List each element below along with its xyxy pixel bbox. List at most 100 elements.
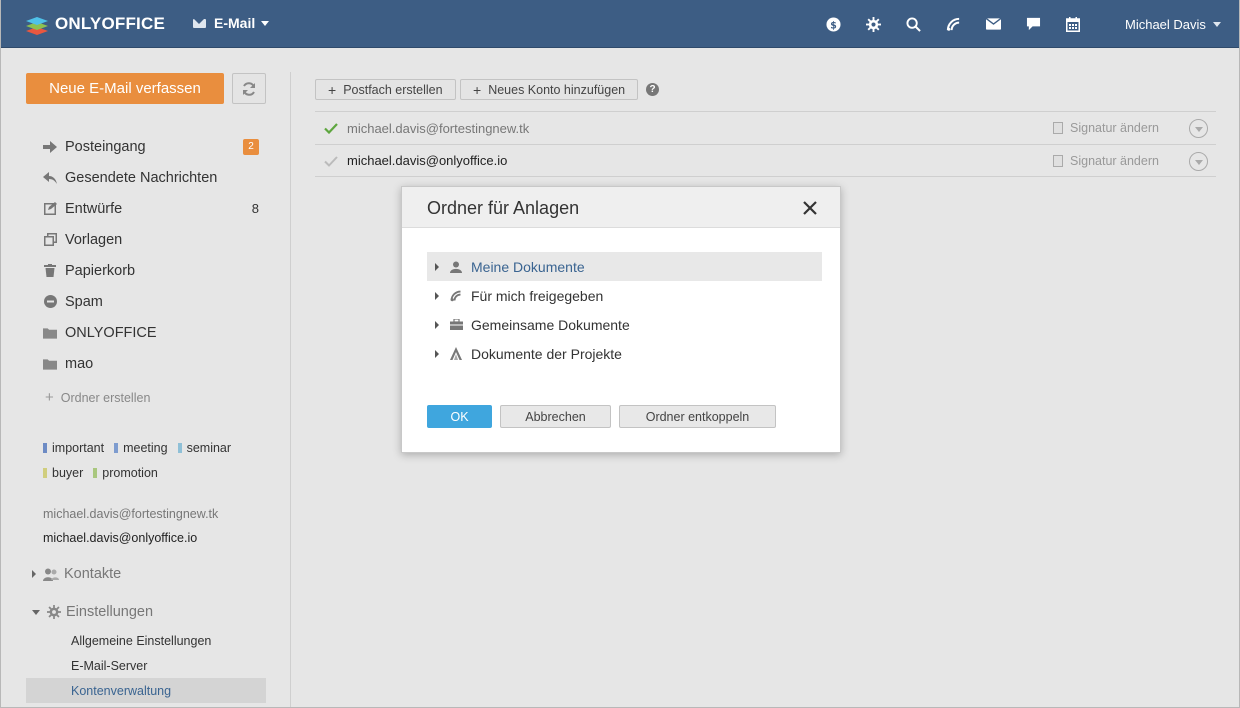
folder-label: Vorlagen bbox=[65, 231, 123, 248]
briefcase-icon bbox=[449, 318, 463, 332]
folder-label: Papierkorb bbox=[65, 262, 136, 279]
account-menu-button[interactable] bbox=[1189, 152, 1208, 171]
chevron-down-icon bbox=[1194, 126, 1203, 132]
folder-trash[interactable]: Papierkorb bbox=[43, 255, 263, 286]
tag-color-marker bbox=[43, 442, 47, 453]
folder-label: Posteingang bbox=[65, 138, 146, 155]
create-mailbox-button[interactable]: + Postfach erstellen bbox=[315, 79, 456, 100]
mail-icon[interactable] bbox=[985, 16, 1001, 32]
refresh-button[interactable] bbox=[232, 73, 266, 104]
plus-icon: + bbox=[45, 389, 54, 406]
templates-icon bbox=[43, 233, 57, 247]
expand-arrow-icon[interactable] bbox=[435, 291, 439, 300]
settings-icon[interactable] bbox=[865, 16, 881, 32]
tree-item-label: Meine Dokumente bbox=[471, 258, 585, 275]
folder-drafts[interactable]: Entwürfe 8 bbox=[43, 193, 263, 224]
contacts-section[interactable]: Kontakte bbox=[32, 566, 121, 582]
folder-label: mao bbox=[65, 355, 94, 372]
contacts-label: Kontakte bbox=[64, 566, 122, 582]
close-icon[interactable] bbox=[802, 200, 818, 216]
dialog-header: Ordner für Anlagen bbox=[402, 187, 840, 228]
table-row[interactable]: michael.davis@fortestingnew.tk Signatur … bbox=[315, 111, 1216, 144]
expand-arrow-icon[interactable] bbox=[435, 320, 439, 329]
tree-item-label: Dokumente der Projekte bbox=[471, 345, 622, 362]
help-icon[interactable]: ? bbox=[646, 83, 659, 96]
tag-color-marker bbox=[43, 467, 47, 478]
tag-label: important bbox=[52, 440, 105, 455]
folder-inbox[interactable]: Posteingang 2 bbox=[43, 131, 263, 162]
account-link-fortestingnew[interactable]: michael.davis@fortestingnew.tk bbox=[43, 507, 218, 521]
tree-item-common-documents[interactable]: Gemeinsame Dokumente bbox=[427, 310, 822, 339]
collapse-arrow-icon bbox=[32, 609, 40, 615]
tree-item-shared-with-me[interactable]: Für mich freigegeben bbox=[427, 281, 822, 310]
folder-icon bbox=[43, 326, 57, 340]
tag-seminar[interactable]: seminar bbox=[177, 441, 231, 455]
detach-folder-button[interactable]: Ordner entkoppeln bbox=[619, 405, 776, 428]
folder-onlyoffice[interactable]: ONLYOFFICE bbox=[43, 317, 263, 348]
sidebar-divider bbox=[290, 72, 291, 707]
add-account-button[interactable]: + Neues Konto hinzufügen bbox=[460, 79, 639, 100]
settings-item-account-management[interactable]: Kontenverwaltung bbox=[26, 678, 266, 703]
settings-item-mail-server[interactable]: E-Mail-Server bbox=[26, 653, 266, 678]
svg-text:$: $ bbox=[830, 20, 837, 31]
refresh-icon bbox=[243, 81, 255, 96]
tree-item-my-documents[interactable]: Meine Dokumente bbox=[427, 252, 822, 281]
calendar-icon[interactable] bbox=[1065, 16, 1081, 32]
tree-item-project-documents[interactable]: Dokumente der Projekte bbox=[427, 339, 822, 368]
chevron-down-icon bbox=[261, 20, 270, 26]
tag-important[interactable]: important bbox=[43, 441, 104, 455]
search-icon[interactable] bbox=[905, 16, 921, 32]
settings-item-general[interactable]: Allgemeine Einstellungen bbox=[26, 628, 266, 653]
chat-icon[interactable] bbox=[1025, 16, 1041, 32]
attachments-folder-dialog: Ordner für Anlagen Meine Dokumente Für m… bbox=[401, 186, 841, 453]
projects-icon bbox=[449, 347, 463, 361]
account-link-onlyoffice[interactable]: michael.davis@onlyoffice.io bbox=[43, 531, 197, 545]
feed-icon[interactable] bbox=[945, 16, 961, 32]
tree-item-label: Für mich freigegeben bbox=[471, 287, 604, 304]
billing-icon[interactable]: $ bbox=[825, 16, 841, 32]
expand-arrow-icon[interactable] bbox=[435, 262, 439, 271]
ok-button[interactable]: OK bbox=[427, 405, 492, 428]
create-folder-label: Ordner erstellen bbox=[60, 390, 151, 405]
signature-label: Signatur ändern bbox=[1070, 153, 1159, 168]
reply-icon bbox=[43, 171, 57, 185]
change-signature-link[interactable]: Signatur ändern bbox=[1053, 154, 1159, 168]
settings-label: Einstellungen bbox=[66, 604, 154, 620]
dialog-buttons: OK Abbrechen Ordner entkoppeln bbox=[427, 405, 784, 428]
folder-templates[interactable]: Vorlagen bbox=[43, 224, 263, 255]
compose-email-button[interactable]: Neue E-Mail verfassen bbox=[26, 73, 224, 104]
tag-buyer[interactable]: buyer bbox=[43, 466, 83, 480]
tag-meeting[interactable]: meeting bbox=[114, 441, 168, 455]
tag-promotion[interactable]: promotion bbox=[93, 466, 158, 480]
expand-arrow-icon[interactable] bbox=[435, 349, 439, 358]
cancel-button[interactable]: Abbrechen bbox=[500, 405, 611, 428]
trash-icon bbox=[43, 264, 57, 278]
user-name: Michael Davis bbox=[1125, 17, 1206, 32]
account-email: michael.davis@onlyoffice.io bbox=[347, 153, 508, 168]
folder-tree: Meine Dokumente Für mich freigegeben Gem… bbox=[427, 252, 822, 368]
folder-mao[interactable]: mao bbox=[43, 348, 263, 379]
tag-color-marker bbox=[177, 442, 182, 453]
arrow-right-icon bbox=[43, 140, 57, 154]
create-folder-link[interactable]: + Ordner erstellen bbox=[45, 389, 150, 406]
shared-icon bbox=[449, 289, 463, 303]
settings-section[interactable]: Einstellungen bbox=[32, 604, 153, 620]
onlyoffice-logo[interactable]: ONLYOFFICE bbox=[25, 12, 165, 36]
change-signature-link[interactable]: Signatur ändern bbox=[1053, 121, 1159, 135]
folder-list: Posteingang 2 Gesendete Nachrichten Entw… bbox=[43, 131, 263, 379]
folder-label: ONLYOFFICE bbox=[65, 324, 157, 341]
user-menu[interactable]: Michael Davis bbox=[1125, 17, 1221, 32]
check-icon bbox=[324, 121, 338, 139]
folder-spam[interactable]: Spam bbox=[43, 286, 263, 317]
module-switcher[interactable]: E-Mail bbox=[193, 15, 270, 31]
folder-sent[interactable]: Gesendete Nachrichten bbox=[43, 162, 263, 193]
table-row[interactable]: michael.davis@onlyoffice.io Signatur änd… bbox=[315, 144, 1216, 177]
document-icon bbox=[1053, 122, 1063, 134]
tag-color-marker bbox=[114, 442, 119, 453]
user-icon bbox=[449, 260, 463, 274]
tag-color-marker bbox=[93, 467, 98, 478]
chevron-down-icon bbox=[1194, 159, 1203, 165]
folder-label: Spam bbox=[65, 293, 103, 310]
account-menu-button[interactable] bbox=[1189, 119, 1208, 138]
plus-icon: + bbox=[473, 81, 482, 98]
